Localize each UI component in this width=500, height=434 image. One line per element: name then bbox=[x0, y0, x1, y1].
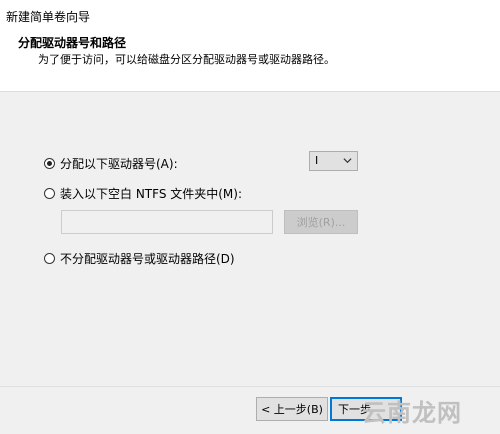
title-bar: 新建简单卷向导 bbox=[0, 0, 500, 30]
page-description: 为了便于访问，可以给磁盘分区分配驱动器号或驱动器路径。 bbox=[38, 53, 335, 66]
browse-button[interactable]: 浏览(R)... bbox=[284, 210, 358, 234]
mount-folder-label: 装入以下空白 NTFS 文件夹中(M): bbox=[60, 187, 243, 201]
no-assign-option[interactable]: 不分配驱动器号或驱动器路径(D) bbox=[44, 250, 235, 267]
assign-letter-radio[interactable] bbox=[44, 158, 55, 169]
chevron-down-icon bbox=[343, 158, 352, 164]
back-button[interactable]: < 上一步(B) bbox=[256, 397, 328, 421]
drive-letter-select[interactable]: I bbox=[309, 151, 358, 171]
drive-letter-value: I bbox=[315, 154, 319, 167]
wizard-header: 分配驱动器号和路径 为了便于访问，可以给磁盘分区分配驱动器号或驱动器路径。 bbox=[0, 30, 500, 92]
next-button[interactable]: 下一步 bbox=[330, 397, 402, 421]
assign-letter-option[interactable]: 分配以下驱动器号(A): bbox=[44, 155, 178, 172]
mount-folder-radio[interactable] bbox=[44, 188, 55, 199]
window-title: 新建简单卷向导 bbox=[6, 10, 91, 24]
assign-letter-label: 分配以下驱动器号(A): bbox=[60, 157, 178, 171]
page-title: 分配驱动器号和路径 bbox=[18, 36, 127, 50]
no-assign-label: 不分配驱动器号或驱动器路径(D) bbox=[60, 252, 235, 266]
wizard-window: 新建简单卷向导 分配驱动器号和路径 为了便于访问，可以给磁盘分区分配驱动器号或驱… bbox=[0, 0, 500, 434]
folder-path-input[interactable] bbox=[61, 210, 273, 234]
mount-folder-option[interactable]: 装入以下空白 NTFS 文件夹中(M): bbox=[44, 185, 242, 202]
footer-divider bbox=[0, 386, 500, 387]
no-assign-radio[interactable] bbox=[44, 253, 55, 264]
